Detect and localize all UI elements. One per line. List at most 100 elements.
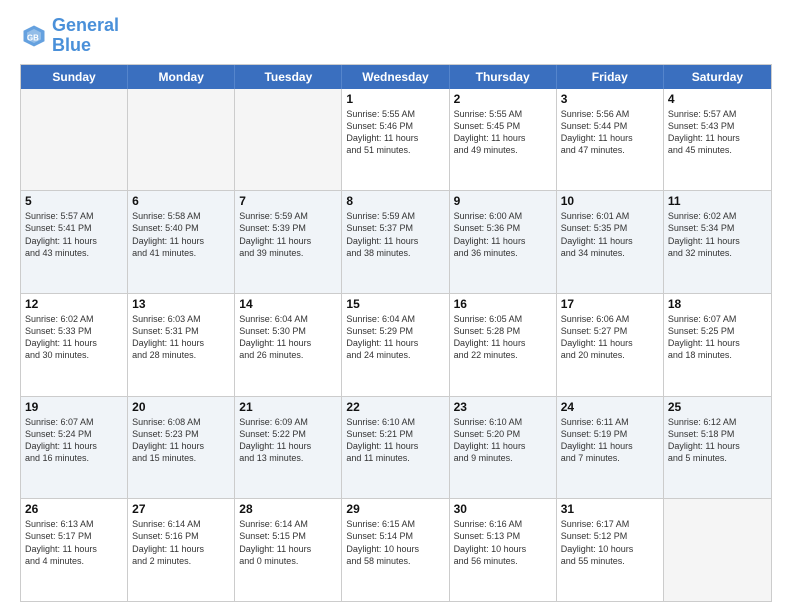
day-cell-7: 7 Sunrise: 5:59 AM Sunset: 5:39 PM Daylig… [235,191,342,293]
day-number: 11 [668,194,767,208]
day-cell-16: 16 Sunrise: 6:05 AM Sunset: 5:28 PM Dayli… [450,294,557,396]
day-number: 9 [454,194,552,208]
calendar-header: SundayMondayTuesdayWednesdayThursdayFrid… [21,65,771,89]
day-cell-8: 8 Sunrise: 5:59 AM Sunset: 5:37 PM Daylig… [342,191,449,293]
day-cell-15: 15 Sunrise: 6:04 AM Sunset: 5:29 PM Dayli… [342,294,449,396]
day-cell-26: 26 Sunrise: 6:13 AM Sunset: 5:17 PM Dayli… [21,499,128,601]
day-cell-23: 23 Sunrise: 6:10 AM Sunset: 5:20 PM Dayli… [450,397,557,499]
day-cell-14: 14Sunrise: 6:04 AM Sunset: 5:30 PM Dayli… [235,294,342,396]
day-info: Sunrise: 6:07 AM Sunset: 5:25 PM Dayligh… [668,313,767,362]
day-cell-21: 21 Sunrise: 6:09 AM Sunset: 5:22 PM Dayli… [235,397,342,499]
day-number: 2 [454,92,552,106]
weekday-header-saturday: Saturday [664,65,771,89]
weekday-header-sunday: Sunday [21,65,128,89]
calendar-body: 1Sunrise: 5:55 AM Sunset: 5:46 PM Daylig… [21,89,771,601]
calendar-row-5: 26 Sunrise: 6:13 AM Sunset: 5:17 PM Dayli… [21,498,771,601]
logo-general: General [52,15,119,35]
weekday-header-wednesday: Wednesday [342,65,449,89]
day-cell-17: 17 Sunrise: 6:06 AM Sunset: 5:27 PM Dayli… [557,294,664,396]
logo-icon: GB [20,22,48,50]
day-number: 25 [668,400,767,414]
day-cell-11: 11Sunrise: 6:02 AM Sunset: 5:34 PM Dayli… [664,191,771,293]
day-info: Sunrise: 6:00 AM Sunset: 5:36 PM Dayligh… [454,210,552,259]
day-info: Sunrise: 6:04 AM Sunset: 5:29 PM Dayligh… [346,313,444,362]
day-number: 19 [25,400,123,414]
day-number: 8 [346,194,444,208]
day-info: Sunrise: 6:06 AM Sunset: 5:27 PM Dayligh… [561,313,659,362]
day-cell-12: 12 Sunrise: 6:02 AM Sunset: 5:33 PM Dayli… [21,294,128,396]
calendar-row-4: 19 Sunrise: 6:07 AM Sunset: 5:24 PM Dayli… [21,396,771,499]
day-info: Sunrise: 5:57 AM Sunset: 5:41 PM Dayligh… [25,210,123,259]
day-cell-10: 10 Sunrise: 6:01 AM Sunset: 5:35 PM Dayli… [557,191,664,293]
day-number: 18 [668,297,767,311]
day-cell-20: 20Sunrise: 6:08 AM Sunset: 5:23 PM Dayli… [128,397,235,499]
day-number: 16 [454,297,552,311]
header: GB General Blue [20,16,772,56]
day-info: Sunrise: 6:01 AM Sunset: 5:35 PM Dayligh… [561,210,659,259]
weekday-header-tuesday: Tuesday [235,65,342,89]
logo-blue: Blue [52,35,91,55]
day-cell-31: 31Sunrise: 6:17 AM Sunset: 5:12 PM Dayli… [557,499,664,601]
day-number: 27 [132,502,230,516]
day-info: Sunrise: 6:10 AM Sunset: 5:21 PM Dayligh… [346,416,444,465]
day-info: Sunrise: 6:09 AM Sunset: 5:22 PM Dayligh… [239,416,337,465]
day-info: Sunrise: 5:59 AM Sunset: 5:39 PM Dayligh… [239,210,337,259]
day-info: Sunrise: 6:16 AM Sunset: 5:13 PM Dayligh… [454,518,552,567]
day-info: Sunrise: 6:11 AM Sunset: 5:19 PM Dayligh… [561,416,659,465]
day-info: Sunrise: 6:10 AM Sunset: 5:20 PM Dayligh… [454,416,552,465]
empty-cell [128,89,235,191]
day-cell-19: 19 Sunrise: 6:07 AM Sunset: 5:24 PM Dayli… [21,397,128,499]
day-info: Sunrise: 5:57 AM Sunset: 5:43 PM Dayligh… [668,108,767,157]
day-cell-18: 18 Sunrise: 6:07 AM Sunset: 5:25 PM Dayli… [664,294,771,396]
day-number: 29 [346,502,444,516]
logo: GB General Blue [20,16,119,56]
day-cell-30: 30Sunrise: 6:16 AM Sunset: 5:13 PM Dayli… [450,499,557,601]
day-info: Sunrise: 5:59 AM Sunset: 5:37 PM Dayligh… [346,210,444,259]
day-cell-28: 28 Sunrise: 6:14 AM Sunset: 5:15 PM Dayli… [235,499,342,601]
day-cell-5: 5 Sunrise: 5:57 AM Sunset: 5:41 PM Daylig… [21,191,128,293]
day-info: Sunrise: 5:56 AM Sunset: 5:44 PM Dayligh… [561,108,659,157]
empty-cell [664,499,771,601]
calendar-row-2: 5 Sunrise: 5:57 AM Sunset: 5:41 PM Daylig… [21,190,771,293]
day-number: 21 [239,400,337,414]
day-number: 10 [561,194,659,208]
day-info: Sunrise: 6:07 AM Sunset: 5:24 PM Dayligh… [25,416,123,465]
day-info: Sunrise: 6:14 AM Sunset: 5:15 PM Dayligh… [239,518,337,567]
day-info: Sunrise: 6:05 AM Sunset: 5:28 PM Dayligh… [454,313,552,362]
day-cell-22: 22 Sunrise: 6:10 AM Sunset: 5:21 PM Dayli… [342,397,449,499]
day-cell-9: 9 Sunrise: 6:00 AM Sunset: 5:36 PM Daylig… [450,191,557,293]
day-number: 23 [454,400,552,414]
day-info: Sunrise: 6:04 AM Sunset: 5:30 PM Dayligh… [239,313,337,362]
day-number: 28 [239,502,337,516]
page: GB General Blue SundayMondayTuesdayWedne… [0,0,792,612]
day-cell-29: 29Sunrise: 6:15 AM Sunset: 5:14 PM Dayli… [342,499,449,601]
empty-cell [21,89,128,191]
day-number: 17 [561,297,659,311]
day-number: 3 [561,92,659,106]
day-number: 7 [239,194,337,208]
day-number: 5 [25,194,123,208]
day-number: 26 [25,502,123,516]
logo-text: General Blue [52,16,119,56]
calendar-row-3: 12 Sunrise: 6:02 AM Sunset: 5:33 PM Dayli… [21,293,771,396]
day-info: Sunrise: 6:02 AM Sunset: 5:33 PM Dayligh… [25,313,123,362]
day-info: Sunrise: 6:13 AM Sunset: 5:17 PM Dayligh… [25,518,123,567]
calendar-row-1: 1Sunrise: 5:55 AM Sunset: 5:46 PM Daylig… [21,89,771,191]
day-number: 15 [346,297,444,311]
day-cell-25: 25Sunrise: 6:12 AM Sunset: 5:18 PM Dayli… [664,397,771,499]
day-cell-2: 2 Sunrise: 5:55 AM Sunset: 5:45 PM Daylig… [450,89,557,191]
day-number: 1 [346,92,444,106]
day-number: 4 [668,92,767,106]
day-number: 12 [25,297,123,311]
day-cell-1: 1Sunrise: 5:55 AM Sunset: 5:46 PM Daylig… [342,89,449,191]
day-cell-24: 24Sunrise: 6:11 AM Sunset: 5:19 PM Dayli… [557,397,664,499]
day-info: Sunrise: 6:17 AM Sunset: 5:12 PM Dayligh… [561,518,659,567]
day-cell-6: 6Sunrise: 5:58 AM Sunset: 5:40 PM Daylig… [128,191,235,293]
empty-cell [235,89,342,191]
calendar: SundayMondayTuesdayWednesdayThursdayFrid… [20,64,772,602]
day-number: 22 [346,400,444,414]
day-cell-4: 4 Sunrise: 5:57 AM Sunset: 5:43 PM Daylig… [664,89,771,191]
day-info: Sunrise: 6:03 AM Sunset: 5:31 PM Dayligh… [132,313,230,362]
day-cell-3: 3 Sunrise: 5:56 AM Sunset: 5:44 PM Daylig… [557,89,664,191]
day-info: Sunrise: 5:55 AM Sunset: 5:45 PM Dayligh… [454,108,552,157]
